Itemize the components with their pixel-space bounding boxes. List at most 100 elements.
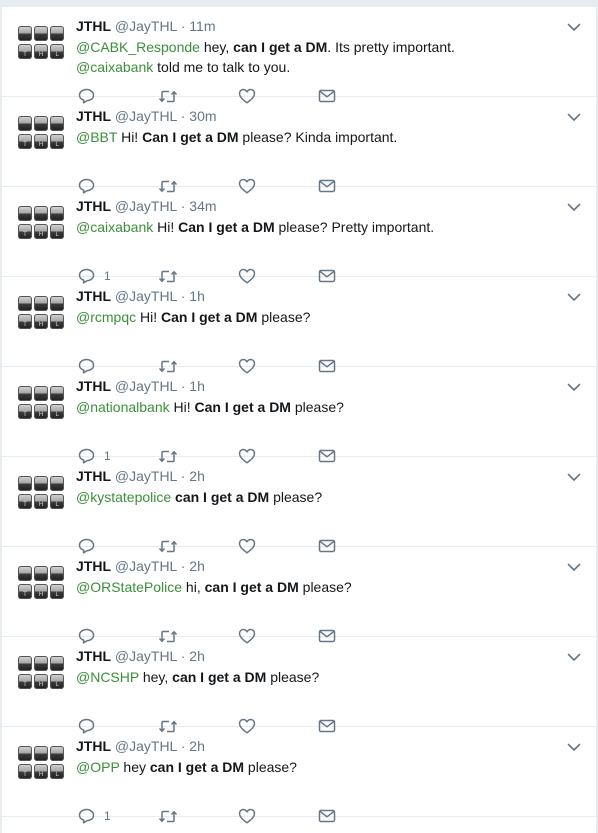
chevron-down-icon[interactable] (567, 650, 581, 664)
text-segment: please? (257, 309, 311, 325)
avatar-key (50, 746, 64, 761)
timestamp[interactable]: 2h (189, 558, 205, 574)
username[interactable]: @JayTHL (115, 288, 177, 304)
username[interactable]: @JayTHL (115, 378, 177, 394)
chevron-down-icon[interactable] (567, 200, 581, 214)
separator-dot: · (180, 108, 186, 124)
avatar-key (34, 116, 48, 131)
timestamp[interactable]: 2h (189, 738, 205, 754)
bold-text: can I get a DM (175, 489, 270, 505)
username[interactable]: @JayTHL (115, 738, 177, 754)
display-name[interactable]: JTHL (76, 468, 111, 484)
chevron-down-icon[interactable] (567, 380, 581, 394)
chevron-down-icon[interactable] (567, 290, 581, 304)
avatar[interactable]: T H L (18, 656, 64, 690)
display-name[interactable]: JTHL (76, 288, 111, 304)
avatar-key (34, 386, 48, 401)
avatar[interactable]: T H L (18, 746, 64, 780)
tweet[interactable]: T H L JTHL @JayTHL · 2h @OPP hey can I g… (2, 727, 596, 824)
avatar-key (18, 206, 32, 221)
mention-link[interactable]: @BBT (76, 129, 117, 145)
timestamp[interactable]: 11m (189, 18, 215, 34)
tweet-text-line: @BBT Hi! Can I get a DM please? Kinda im… (76, 127, 566, 147)
avatar[interactable]: T H L (18, 116, 64, 150)
username[interactable]: @JayTHL (115, 198, 177, 214)
avatar-key: T (18, 674, 32, 689)
avatar[interactable]: T H L (18, 296, 64, 330)
timestamp[interactable]: 34m (189, 198, 216, 214)
bold-text: Can I get a DM (194, 399, 291, 415)
avatar[interactable]: T H L (18, 476, 64, 510)
display-name[interactable]: JTHL (76, 378, 111, 394)
tweet-text: @rcmpqc Hi! Can I get a DM please? (76, 307, 566, 327)
tweet-text-line: @CABK_Responde hey, can I get a DM. Its … (76, 37, 566, 57)
avatar[interactable]: T H L (18, 206, 64, 240)
avatar-key: L (50, 134, 64, 149)
mention-link[interactable]: @kystatepolice (76, 489, 171, 505)
username[interactable]: @JayTHL (115, 18, 177, 34)
display-name[interactable]: JTHL (76, 648, 111, 664)
avatar[interactable]: T H L (18, 26, 64, 60)
display-name[interactable]: JTHL (76, 198, 111, 214)
display-name[interactable]: JTHL (76, 558, 111, 574)
tweet[interactable]: T H L JTHL @JayTHL · 34m @caixabank Hi! … (2, 187, 596, 284)
timestamp[interactable]: 1h (189, 288, 205, 304)
username[interactable]: @JayTHL (115, 108, 177, 124)
separator-dot: · (180, 648, 186, 664)
mention-link[interactable]: @nationalbank (76, 399, 170, 415)
separator-dot: · (180, 468, 186, 484)
direct-message-button[interactable] (318, 807, 336, 825)
display-name[interactable]: JTHL (76, 108, 111, 124)
username[interactable]: @JayTHL (115, 648, 177, 664)
tweet[interactable]: T H L JTHL @JayTHL · 1h @nationalbank Hi… (2, 367, 596, 464)
avatar-key (18, 296, 32, 311)
chevron-down-icon[interactable] (567, 740, 581, 754)
avatar-key (50, 206, 64, 221)
avatar[interactable]: T H L (18, 566, 64, 600)
reply-button[interactable]: 1 (78, 807, 111, 825)
separator-dot: · (180, 288, 186, 304)
avatar-key: T (18, 44, 32, 59)
tweet-header: JTHL @JayTHL · 11m (76, 17, 215, 35)
timestamp[interactable]: 30m (189, 108, 216, 124)
chevron-down-icon[interactable] (567, 20, 581, 34)
mention-link[interactable]: @OPP (76, 759, 120, 775)
tweet-header: JTHL @JayTHL · 34m (76, 197, 217, 215)
retweet-button[interactable] (158, 807, 178, 825)
display-name[interactable]: JTHL (76, 738, 111, 754)
text-segment: please? Kinda important. (238, 129, 398, 145)
chevron-down-icon[interactable] (567, 470, 581, 484)
timeline-feed: T H L JTHL @JayTHL · 11m @CABK_Responde … (0, 0, 598, 833)
separator-dot: · (180, 18, 186, 34)
tweet[interactable]: T H L JTHL @JayTHL · 2h @kystatepolice c… (2, 457, 596, 554)
tweet[interactable]: T H L JTHL @JayTHL · 2h @ORStatePolice h… (2, 547, 596, 644)
avatar-key: H (34, 44, 48, 59)
separator-dot: · (180, 198, 186, 214)
tweet[interactable]: T H L JTHL @JayTHL · 30m @BBT Hi! Can I … (2, 97, 596, 194)
timestamp[interactable]: 2h (189, 468, 205, 484)
avatar-key: T (18, 764, 32, 779)
tweet[interactable]: T H L JTHL @JayTHL · 2h @NCSHP hey, can … (2, 637, 596, 734)
timestamp[interactable]: 2h (189, 648, 205, 664)
chevron-down-icon[interactable] (567, 110, 581, 124)
avatar-key (34, 746, 48, 761)
avatar-key (18, 656, 32, 671)
chevron-down-icon[interactable] (567, 560, 581, 574)
reply-count: 1 (104, 809, 111, 823)
mention-link[interactable]: @caixabank (76, 59, 153, 75)
mention-link[interactable]: @rcmpqc (76, 309, 136, 325)
username[interactable]: @JayTHL (115, 558, 177, 574)
tweet-text: @nationalbank Hi! Can I get a DM please? (76, 397, 566, 417)
like-button[interactable] (238, 807, 256, 825)
username[interactable]: @JayTHL (115, 468, 177, 484)
display-name[interactable]: JTHL (76, 18, 111, 34)
mention-link[interactable]: @caixabank (76, 219, 153, 235)
timestamp[interactable]: 1h (189, 378, 205, 394)
mention-link[interactable]: @NCSHP (76, 669, 139, 685)
mention-link[interactable]: @ORStatePolice (76, 579, 182, 595)
mention-link[interactable]: @CABK_Responde (76, 39, 200, 55)
tweet[interactable]: T H L JTHL @JayTHL · 1h @rcmpqc Hi! Can … (2, 277, 596, 374)
avatar-key: L (50, 404, 64, 419)
tweet[interactable]: T H L JTHL @JayTHL · 11m @CABK_Responde … (2, 7, 596, 104)
avatar[interactable]: T H L (18, 386, 64, 420)
